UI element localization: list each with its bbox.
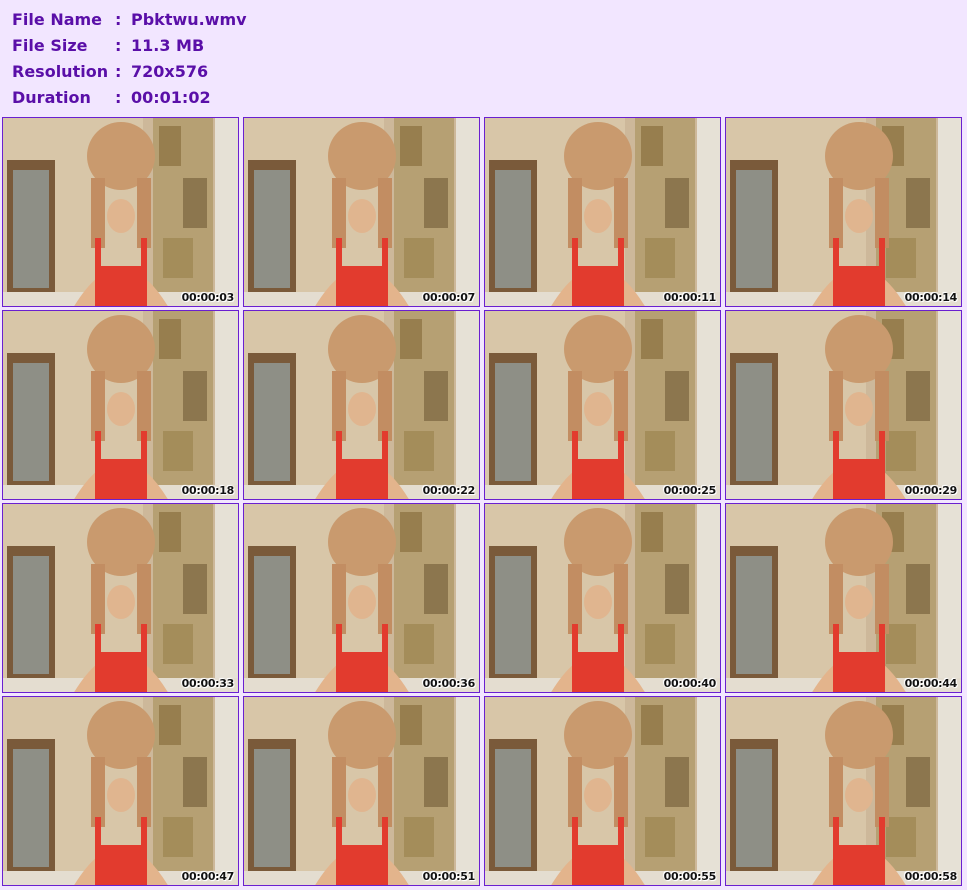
thumbnail-frame (485, 311, 720, 499)
thumbnail-timestamp: 00:00:07 (422, 291, 476, 304)
video-thumbnail[interactable]: 00:00:14 (725, 117, 962, 307)
file-size-value: 11.3 MB (131, 36, 205, 55)
file-name-label: File Name (12, 10, 103, 29)
video-thumbnail[interactable]: 00:00:58 (725, 696, 962, 886)
video-thumbnail[interactable]: 00:00:03 (2, 117, 239, 307)
thumbnail-frame (3, 311, 238, 499)
thumbnail-timestamp: 00:00:11 (663, 291, 717, 304)
thumbnail-timestamp: 00:00:14 (904, 291, 958, 304)
file-name-value: Pbktwu.wmv (131, 10, 247, 29)
thumbnail-timestamp: 00:00:51 (422, 870, 476, 883)
video-thumbnail[interactable]: 00:00:51 (243, 696, 480, 886)
thumbnail-timestamp: 00:00:33 (181, 677, 235, 690)
video-thumbnail[interactable]: 00:00:29 (725, 310, 962, 500)
thumbnail-frame (726, 118, 961, 306)
thumbnail-frame (244, 118, 479, 306)
video-thumbnail[interactable]: 00:00:22 (243, 310, 480, 500)
video-thumbnail[interactable]: 00:00:44 (725, 503, 962, 693)
thumbnail-timestamp: 00:00:47 (181, 870, 235, 883)
thumbnail-frame (3, 504, 238, 692)
thumbnail-timestamp: 00:00:03 (181, 291, 235, 304)
file-name-separator: : (115, 10, 122, 29)
thumbnail-timestamp: 00:00:36 (422, 677, 476, 690)
thumbnail-timestamp: 00:00:18 (181, 484, 235, 497)
video-thumbnail[interactable]: 00:00:11 (484, 117, 721, 307)
thumbnail-timestamp: 00:00:25 (663, 484, 717, 497)
video-thumbnail[interactable]: 00:00:47 (2, 696, 239, 886)
video-thumbnail[interactable]: 00:00:55 (484, 696, 721, 886)
video-thumbnail[interactable]: 00:00:07 (243, 117, 480, 307)
thumbnail-frame (3, 118, 238, 306)
thumbnail-frame (485, 504, 720, 692)
thumbnail-frame (485, 118, 720, 306)
video-thumbnail[interactable]: 00:00:36 (243, 503, 480, 693)
thumbnail-timestamp: 00:00:55 (663, 870, 717, 883)
duration-label: Duration (12, 88, 91, 107)
thumbnail-timestamp: 00:00:40 (663, 677, 717, 690)
thumbnail-timestamp: 00:00:22 (422, 484, 476, 497)
thumbnail-timestamp: 00:00:44 (904, 677, 958, 690)
resolution-separator: : (115, 62, 122, 81)
thumbnail-frame (726, 504, 961, 692)
file-size-label: File Size (12, 36, 88, 55)
thumbnail-frame (3, 697, 238, 885)
file-info-header: File Name : Pbktwu.wmv File Size : 11.3 … (0, 0, 967, 114)
duration-value: 00:01:02 (131, 88, 211, 107)
thumbnail-frame (244, 697, 479, 885)
duration-separator: : (115, 88, 122, 107)
thumbnail-frame (726, 311, 961, 499)
thumbnail-frame (244, 311, 479, 499)
video-thumbnail[interactable]: 00:00:33 (2, 503, 239, 693)
file-size-separator: : (115, 36, 122, 55)
thumbnail-frame (485, 697, 720, 885)
video-thumbnail[interactable]: 00:00:18 (2, 310, 239, 500)
thumbnail-frame (726, 697, 961, 885)
thumbnail-frame (244, 504, 479, 692)
thumbnail-grid: 00:00:03 00:00:07 00:00:11 00:00:14 00:00:18… (2, 117, 965, 889)
video-thumbnail[interactable]: 00:00:40 (484, 503, 721, 693)
video-thumbnail[interactable]: 00:00:25 (484, 310, 721, 500)
thumbnail-timestamp: 00:00:58 (904, 870, 958, 883)
thumbnail-timestamp: 00:00:29 (904, 484, 958, 497)
resolution-label: Resolution (12, 62, 109, 81)
resolution-value: 720x576 (131, 62, 209, 81)
